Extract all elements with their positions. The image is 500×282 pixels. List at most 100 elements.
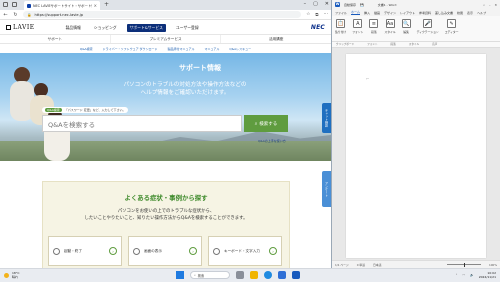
tab-file[interactable]: ファイル xyxy=(335,11,347,15)
url-field[interactable]: 🔒 https://support.nec-lavie.jp xyxy=(23,11,302,18)
volume-icon[interactable]: 🔈 xyxy=(470,273,474,277)
quicklink-manual-bundled[interactable]: 製品添付マニュアル xyxy=(168,47,195,51)
tab-view[interactable]: 表示 xyxy=(467,11,473,15)
subnav-premium[interactable]: プレミアムサービス xyxy=(111,35,222,43)
lavie-logo[interactable]: LAVIE xyxy=(6,24,35,31)
word-status-bar: 1/1 ページ 0 単語 日本語 100% xyxy=(332,260,500,268)
editor-button[interactable]: ✎ エディター xyxy=(445,19,459,38)
store-icon[interactable] xyxy=(278,271,286,279)
editing-button[interactable]: 🔍 編集 xyxy=(401,19,411,38)
nec-favicon-icon xyxy=(27,3,31,8)
tab-help[interactable]: ヘルプ xyxy=(477,11,486,15)
subnav-guide[interactable]: 活用講座 xyxy=(221,35,331,43)
chat-side-tab[interactable]: チャット相談 xyxy=(322,103,331,133)
zoom-level[interactable]: 100% xyxy=(489,263,497,267)
close-window-icon[interactable]: ✕ xyxy=(325,1,329,7)
quicklink-qa[interactable]: Q&A検索 xyxy=(80,47,93,51)
lavie-mark-icon xyxy=(6,25,11,30)
nec-support-page: LAVIE 製品情報 ショッピング サポート&サービス ユーザー登録 NEC サ… xyxy=(0,21,331,268)
back-icon[interactable]: ← xyxy=(3,12,8,18)
document-page[interactable]: ⌐ xyxy=(346,54,486,258)
maximize-icon[interactable]: ▢ xyxy=(313,1,318,7)
paragraph-icon: ≡ xyxy=(369,19,379,28)
autosave-toggle[interactable]: 自動保存 xyxy=(344,3,356,7)
clipboard-icon: 📋 xyxy=(336,19,346,28)
task-view-icon[interactable] xyxy=(236,271,244,279)
font-button[interactable]: A フォント xyxy=(352,19,363,38)
word-count: 0 単語 xyxy=(356,262,365,267)
gnav-products[interactable]: 製品情報 xyxy=(63,24,84,32)
minimize-icon[interactable]: – xyxy=(304,1,307,7)
quicklink-qa-rescue[interactable]: Q&Aレスキュー xyxy=(229,47,251,51)
word-logo-icon: W xyxy=(335,2,340,7)
tab-home[interactable]: ホーム xyxy=(351,10,360,15)
new-tab-button[interactable]: + xyxy=(104,1,109,8)
faq-card-keyboard[interactable]: キーボード・文字入力 › xyxy=(208,236,282,266)
refresh-icon[interactable]: ↻ xyxy=(13,12,18,18)
browser-window: NEC LAVIEサポートサイト・サポート情報 × + – ▢ ✕ ← ↻ 🔒 … xyxy=(0,0,331,268)
quicklink-manual[interactable]: マニュアル xyxy=(204,47,219,51)
word-search-icon[interactable]: ⌕ xyxy=(483,3,485,7)
nec-logo[interactable]: NEC xyxy=(311,24,325,31)
editor-icon: ✎ xyxy=(447,19,457,28)
sun-icon xyxy=(4,272,9,278)
quicklink-drivers[interactable]: ドライバー・ソフトウェア ダウンロード xyxy=(103,47,158,51)
faq-card-startup[interactable]: 起動・終了 › xyxy=(48,236,122,266)
tab-actions-icon[interactable] xyxy=(12,2,17,7)
find-icon: 🔍 xyxy=(401,19,411,28)
word-close-icon[interactable]: ✕ xyxy=(494,3,497,7)
chevron-up-icon[interactable]: ˄ xyxy=(456,273,458,277)
edge-icon[interactable] xyxy=(264,271,272,279)
start-button[interactable] xyxy=(176,271,184,279)
paragraph-button[interactable]: ≡ 段落 xyxy=(369,19,379,38)
styles-button[interactable]: Aa スタイル xyxy=(384,19,396,38)
browser-tab[interactable]: NEC LAVIEサポートサイト・サポート情報 × xyxy=(24,1,100,10)
font-icon: A xyxy=(353,19,363,28)
extensions-icon[interactable]: ⧉ xyxy=(315,12,318,18)
favorite-star-icon[interactable]: ☆ xyxy=(306,12,310,18)
taskbar-search[interactable]: ⌕ 検索 xyxy=(190,271,230,279)
hero-description: パソコンのトラブルの対処方法や操作方法などの ヘルプ情報をご確認いただけます。 xyxy=(123,82,247,96)
zoom-slider[interactable] xyxy=(447,262,481,267)
word-minimize-icon[interactable]: – xyxy=(489,3,491,7)
qa-howto-link[interactable]: Q&Aの上手な使い方 xyxy=(258,139,286,143)
qa-search-button[interactable]: ⌕ 検索する xyxy=(244,115,288,132)
keyboard-icon xyxy=(213,247,220,255)
hero-title: サポート情報 xyxy=(179,64,221,72)
tab-mailings[interactable]: 差し込み文書 xyxy=(435,11,453,15)
gnav-user-registration[interactable]: ユーザー登録 xyxy=(173,24,202,32)
tab-layout[interactable]: レイアウト xyxy=(400,11,415,15)
wifi-icon[interactable]: ◠ xyxy=(462,273,465,277)
tab-draw[interactable]: 描画 xyxy=(374,11,380,15)
close-tab-icon[interactable]: × xyxy=(94,3,97,8)
weather-widget[interactable]: 18°C 晴れ xyxy=(4,271,19,279)
search-icon: ⌕ xyxy=(254,121,258,127)
qa-search-input[interactable]: Q&Aを検索する xyxy=(42,115,242,132)
word-app-icon[interactable] xyxy=(292,271,300,279)
address-bar: ← ↻ 🔒 https://support.nec-lavie.jp ☆ ⧉ ⋯ xyxy=(0,10,331,20)
save-icon[interactable]: 💾 xyxy=(360,3,364,7)
tab-title: NEC LAVIEサポートサイト・サポート情報 xyxy=(33,4,92,8)
sub-nav: サポート プレミアムサービス 活用講座 xyxy=(0,35,331,44)
faq-card-display[interactable]: 画面の表示 › xyxy=(128,236,202,266)
survey-side-tab[interactable]: アンケート xyxy=(322,171,331,207)
subnav-support[interactable]: サポート xyxy=(0,35,111,43)
tab-review[interactable]: 校閲 xyxy=(457,11,463,15)
gnav-shopping[interactable]: ショッピング xyxy=(91,24,120,32)
browser-menu-icon[interactable]: ⋯ xyxy=(324,12,329,18)
ribbon-tabs: ファイル ホーム 挿入 描画 デザイン レイアウト 参考資料 差し込み文書 校閲… xyxy=(332,9,500,16)
language-status: 日本語 xyxy=(373,262,382,267)
global-nav: 製品情報 ショッピング サポート&サービス ユーザー登録 xyxy=(63,23,202,32)
faq-panel: よくある症状・事例から探す パソコンをお使いの上でのトラブルな症状から、 したい… xyxy=(42,181,290,268)
word-title-bar: W 自動保存 💾 文書1 - Word ⌕ – ✕ xyxy=(332,0,500,9)
search-icon: ⌕ xyxy=(194,273,196,277)
paste-button[interactable]: 📋 貼り付け xyxy=(335,19,346,38)
dictate-button[interactable]: 🎤 ディクテーション xyxy=(417,19,439,38)
clock[interactable]: 10:02 2024/11/21 xyxy=(479,271,496,279)
tab-design[interactable]: デザイン xyxy=(384,11,396,15)
gnav-support[interactable]: サポート&サービス xyxy=(126,23,166,32)
profile-icon[interactable] xyxy=(3,2,8,7)
file-explorer-icon[interactable] xyxy=(250,271,258,279)
tab-insert[interactable]: 挿入 xyxy=(364,11,370,15)
tab-references[interactable]: 参考資料 xyxy=(419,11,431,15)
